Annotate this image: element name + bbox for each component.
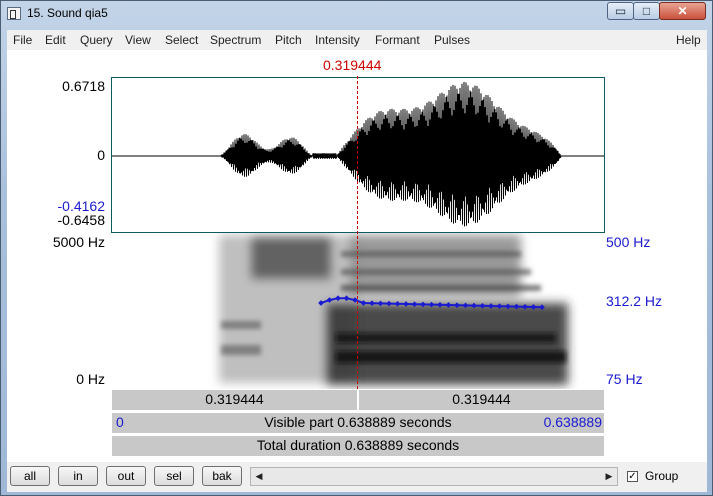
spectrogram-max-label: 5000 Hz	[52, 234, 105, 250]
menu-pulses[interactable]: Pulses	[434, 33, 470, 47]
title-bar: 15. Sound qia5 ▭ □ ✕	[1, 1, 712, 27]
group-checkbox[interactable]: ✓	[627, 471, 638, 482]
menu-edit[interactable]: Edit	[45, 33, 66, 47]
minimize-button[interactable]: ▭	[607, 2, 634, 20]
zoom-out-button[interactable]: out	[106, 466, 146, 486]
total-duration-label: Total duration 0.638889 seconds	[256, 437, 460, 453]
segment-right-duration: 0.319444	[452, 391, 511, 407]
group-checkbox-label: Group	[645, 469, 679, 483]
segment-right-bar[interactable]: 0.319444	[358, 389, 605, 411]
menu-view[interactable]: View	[125, 33, 151, 47]
sound-editor[interactable]: 0.319444 0.6718 0 -0.4162 -0.6458 5000 H…	[7, 50, 707, 462]
waveform-canvas	[112, 81, 604, 227]
menu-pitch[interactable]: Pitch	[275, 33, 302, 47]
visible-part-label: Visible part 0.638889 seconds	[264, 414, 452, 430]
waveform-trace	[112, 81, 604, 227]
close-button[interactable]: ✕	[659, 2, 706, 20]
wave-zero-label: 0	[97, 147, 105, 163]
segment-left-duration: 0.319444	[205, 391, 264, 407]
navigation-bar: all in out sel bak ◀ ▶ ✓ Group	[7, 462, 707, 492]
menu-help[interactable]: Help	[676, 33, 701, 47]
app-icon	[7, 7, 21, 20]
spectrogram-min-label: 0 Hz	[76, 371, 105, 387]
spectrogram-canvas	[219, 235, 568, 385]
client-area: File Edit Query View Select Spectrum Pit…	[7, 30, 707, 492]
spectrogram-panel[interactable]	[111, 233, 605, 389]
pitch-max-label: 500 Hz	[606, 234, 651, 250]
visible-part-bar[interactable]: 0 Visible part 0.638889 seconds 0.638889	[111, 412, 605, 434]
wave-max-label: 0.6718	[62, 78, 105, 94]
cursor-line	[357, 76, 358, 389]
menu-intensity[interactable]: Intensity	[315, 33, 360, 47]
zoom-in-button[interactable]: in	[58, 466, 98, 486]
zoom-back-button[interactable]: bak	[202, 466, 242, 486]
waveform-panel[interactable]	[111, 77, 605, 233]
praat-sound-window: 15. Sound qia5 ▭ □ ✕ File Edit Query Vie…	[0, 0, 713, 496]
total-duration-bar[interactable]: Total duration 0.638889 seconds	[111, 435, 605, 457]
menu-spectrum[interactable]: Spectrum	[210, 33, 261, 47]
window-title: 15. Sound qia5	[27, 6, 108, 20]
scroll-left-icon[interactable]: ◀	[252, 469, 266, 484]
zoom-selection-button[interactable]: sel	[154, 466, 194, 486]
menu-formant[interactable]: Formant	[375, 33, 420, 47]
menu-file[interactable]: File	[13, 33, 32, 47]
menu-bar: File Edit Query View Select Spectrum Pit…	[7, 30, 707, 49]
maximize-button[interactable]: □	[633, 2, 660, 20]
menu-select[interactable]: Select	[165, 33, 198, 47]
segment-left-bar[interactable]: 0.319444	[111, 389, 358, 411]
pitch-value-label: 312.2 Hz	[606, 293, 663, 309]
pitch-min-label: 75 Hz	[606, 371, 643, 387]
show-all-button[interactable]: all	[10, 466, 50, 486]
horizontal-scrollbar[interactable]: ◀ ▶	[250, 467, 618, 486]
visible-end-time: 0.638889	[543, 414, 602, 430]
wave-min-label: -0.6458	[57, 212, 105, 228]
scroll-right-icon[interactable]: ▶	[602, 469, 616, 484]
cursor-time-label: 0.319444	[323, 57, 382, 73]
menu-query[interactable]: Query	[80, 33, 113, 47]
